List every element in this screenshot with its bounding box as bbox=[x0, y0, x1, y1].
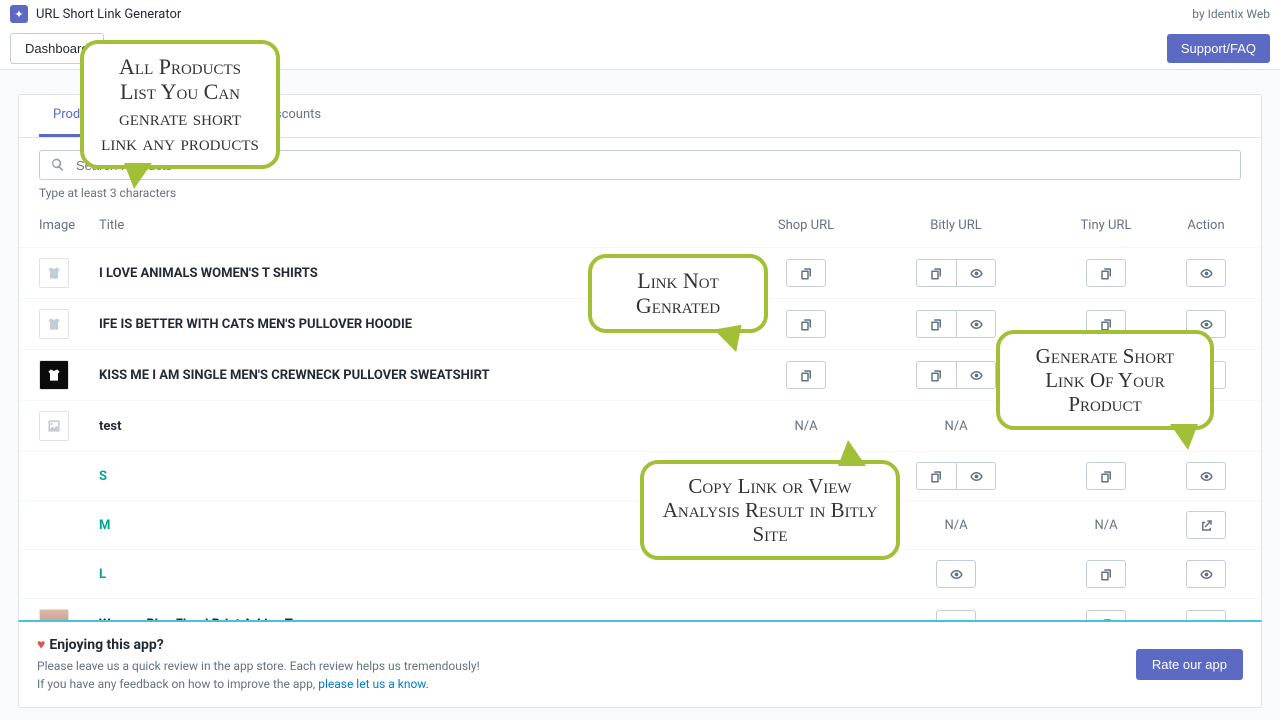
product-title: IFE IS BETTER WITH CATS MEN'S PULLOVER H… bbox=[99, 317, 412, 332]
by-line: by Identix Web bbox=[1192, 7, 1270, 21]
col-title: Title bbox=[89, 204, 741, 248]
view-action-button[interactable] bbox=[1186, 462, 1226, 490]
topbar: ✦ URL Short Link Generator by Identix We… bbox=[0, 0, 1280, 28]
col-image: Image bbox=[19, 204, 89, 248]
app-icon: ✦ bbox=[10, 5, 28, 23]
copy-shop-button[interactable] bbox=[786, 361, 826, 389]
app-title: URL Short Link Generator bbox=[36, 7, 181, 22]
product-title: L bbox=[99, 567, 106, 582]
feedback-link[interactable]: please let us a know. bbox=[318, 677, 429, 691]
view-bitly-button[interactable] bbox=[956, 462, 996, 490]
copy-bitly-button[interactable] bbox=[916, 361, 956, 389]
callout-copy-view: Copy Link or View Analysis Result in Bit… bbox=[640, 460, 900, 560]
product-title: M bbox=[99, 518, 110, 533]
na-label: N/A bbox=[794, 419, 817, 434]
product-title: KISS ME I AM SINGLE MEN'S CREWNECK PULLO… bbox=[99, 368, 490, 383]
col-shop: Shop URL bbox=[741, 204, 871, 248]
product-title: test bbox=[99, 419, 122, 434]
footer-line2: If you have any feedback on how to impro… bbox=[37, 675, 480, 693]
callout-generate-link: Generate Short Link Of Your Product bbox=[996, 330, 1214, 430]
view-bitly-button[interactable] bbox=[956, 310, 996, 338]
copy-bitly-button[interactable] bbox=[916, 259, 956, 287]
na-label: N/A bbox=[1094, 518, 1117, 533]
copy-bitly-button[interactable] bbox=[916, 310, 956, 338]
view-bitly-button[interactable] bbox=[936, 560, 976, 588]
callout-products-list: All Products List You Can genrate short … bbox=[80, 40, 280, 169]
view-bitly-button[interactable] bbox=[956, 361, 996, 389]
callout-link-not-generated: Link Not Genrated bbox=[588, 254, 768, 333]
copy-tiny-button[interactable] bbox=[1086, 560, 1126, 588]
product-thumb bbox=[39, 258, 69, 288]
col-bitly: Bitly URL bbox=[871, 204, 1041, 248]
copy-shop-button[interactable] bbox=[786, 310, 826, 338]
footer-bar: ♥Enjoying this app? Please leave us a qu… bbox=[18, 620, 1262, 708]
view-action-button[interactable] bbox=[1186, 560, 1226, 588]
support-button[interactable]: Support/FAQ bbox=[1167, 34, 1270, 63]
product-title: I LOVE ANIMALS WOMEN'S T SHIRTS bbox=[99, 266, 318, 281]
footer-heading: ♥Enjoying this app? bbox=[37, 636, 480, 653]
rate-button[interactable]: Rate our app bbox=[1136, 649, 1243, 680]
copy-tiny-button[interactable] bbox=[1086, 259, 1126, 287]
search-hint: Type at least 3 characters bbox=[39, 186, 1241, 200]
col-action: Action bbox=[1171, 204, 1261, 248]
footer-line1: Please leave us a quick review in the ap… bbox=[37, 657, 480, 675]
copy-bitly-button[interactable] bbox=[916, 462, 956, 490]
copy-shop-button[interactable] bbox=[786, 259, 826, 287]
product-thumb bbox=[39, 309, 69, 339]
col-tiny: Tiny URL bbox=[1041, 204, 1171, 248]
copy-tiny-button[interactable] bbox=[1086, 462, 1126, 490]
na-label: N/A bbox=[944, 419, 967, 434]
product-thumb bbox=[39, 411, 69, 441]
view-action-button[interactable] bbox=[1186, 259, 1226, 287]
product-thumb bbox=[39, 360, 69, 390]
na-label: N/A bbox=[944, 518, 967, 533]
view-bitly-button[interactable] bbox=[956, 259, 996, 287]
search-icon bbox=[50, 157, 66, 173]
open-action-button[interactable] bbox=[1186, 511, 1226, 539]
product-title: S bbox=[99, 469, 107, 484]
table-row: L bbox=[19, 550, 1261, 599]
